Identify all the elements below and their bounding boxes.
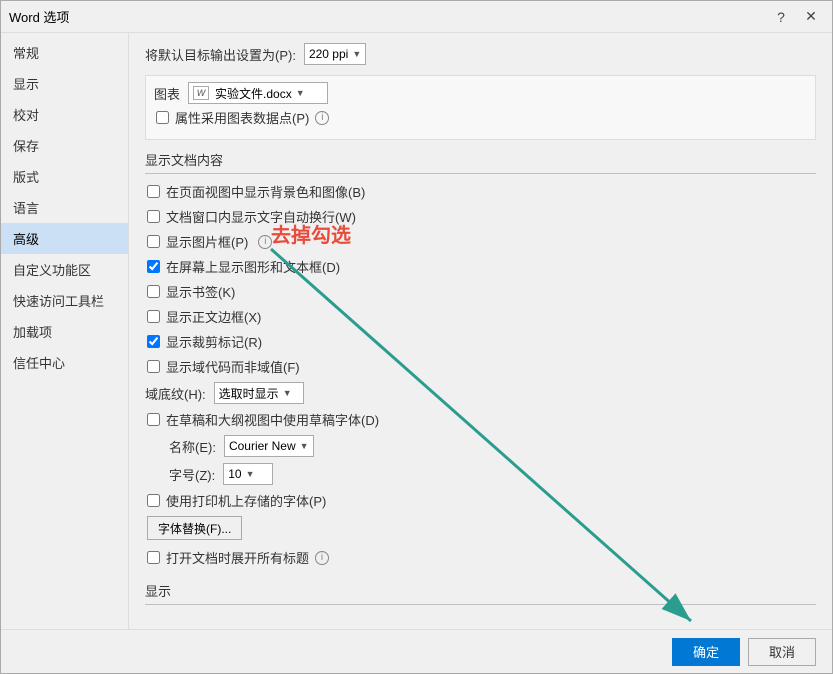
- ok-button[interactable]: 确定: [672, 638, 740, 666]
- sidebar-item-quick-access[interactable]: 快速访问工具栏: [1, 285, 128, 316]
- checkbox-row-7: 显示裁剪标记(R): [145, 332, 816, 351]
- checkbox-shapes-label[interactable]: 在屏幕上显示图形和文本框(D): [166, 257, 340, 276]
- font-size-arrow: ▼: [246, 469, 255, 479]
- font-name-label: 名称(E):: [169, 437, 216, 456]
- chart-checkbox-label[interactable]: 属性采用图表数据点(P): [175, 108, 309, 127]
- sidebar-item-layout[interactable]: 版式: [1, 161, 128, 192]
- checkbox-draft-label[interactable]: 在草稿和大纲视图中使用草稿字体(D): [166, 410, 379, 429]
- font-sub-row: 字体替换(F)...: [145, 516, 816, 540]
- ppi-row: 将默认目标输出设置为(P): 220 ppi ▼: [145, 43, 816, 65]
- checkbox-picture-frame-label[interactable]: 显示图片框(P): [166, 232, 248, 251]
- checkbox-draft-row: 在草稿和大纲视图中使用草稿字体(D): [145, 410, 816, 429]
- display-section2-header: 显示: [145, 581, 816, 605]
- sidebar-item-customize-ribbon[interactable]: 自定义功能区: [1, 254, 128, 285]
- chart-file-select[interactable]: W 实验文件.docx ▼: [188, 82, 328, 104]
- sidebar-item-general[interactable]: 常规: [1, 37, 128, 68]
- checkbox-printer-fonts[interactable]: [147, 494, 160, 507]
- checkbox-bg-image[interactable]: [147, 185, 160, 198]
- sidebar: 常规 显示 校对 保存 版式 语言 高级 自定义功能区 快速访问工具栏 加载项 …: [1, 33, 129, 629]
- checkbox-row-8: 显示域代码而非域值(F): [145, 357, 816, 376]
- close-button[interactable]: ✕: [798, 6, 824, 28]
- font-size-label: 字号(Z):: [169, 465, 215, 484]
- display-section-header: 显示文档内容: [145, 150, 816, 174]
- checkbox-crop-marks-label[interactable]: 显示裁剪标记(R): [166, 332, 262, 351]
- font-name-arrow: ▼: [300, 441, 309, 451]
- title-bar-left: Word 选项: [9, 7, 69, 26]
- checkbox-row-1: 在页面视图中显示背景色和图像(B): [145, 182, 816, 201]
- dialog-footer: 确定 取消: [1, 629, 832, 673]
- content-scroll[interactable]: 将默认目标输出设置为(P): 220 ppi ▼ 图表 W 实验文件.docx …: [129, 33, 832, 629]
- field-shading-select[interactable]: 选取时显示 ▼: [214, 382, 304, 404]
- checkbox-printer-label[interactable]: 使用打印机上存储的字体(P): [166, 491, 326, 510]
- sidebar-item-display[interactable]: 显示: [1, 68, 128, 99]
- checkbox-row-5: 显示书签(K): [145, 282, 816, 301]
- checkbox-draft-font[interactable]: [147, 413, 160, 426]
- checkbox-row-4: 在屏幕上显示图形和文本框(D): [145, 257, 816, 276]
- checkbox-bookmarks[interactable]: [147, 285, 160, 298]
- sidebar-item-trust-center[interactable]: 信任中心: [1, 347, 128, 378]
- font-size-row: 字号(Z): 10 ▼: [145, 463, 816, 485]
- ppi-select[interactable]: 220 ppi ▼: [304, 43, 366, 65]
- title-bar: Word 选项 ? ✕: [1, 1, 832, 33]
- checkbox-expand-label[interactable]: 打开文档时展开所有标题: [166, 548, 309, 567]
- ppi-label: 将默认目标输出设置为(P):: [145, 45, 296, 64]
- field-shading-arrow: ▼: [283, 388, 292, 398]
- chart-row: 图表 W 实验文件.docx ▼: [154, 82, 807, 104]
- checkbox-expand-headings[interactable]: [147, 551, 160, 564]
- sidebar-item-save[interactable]: 保存: [1, 130, 128, 161]
- cancel-button[interactable]: 取消: [748, 638, 816, 666]
- chart-info-icon[interactable]: i: [315, 111, 329, 125]
- field-shading-row: 域底纹(H): 选取时显示 ▼: [145, 382, 816, 404]
- dialog-title: Word 选项: [9, 7, 69, 26]
- expand-info-icon[interactable]: i: [315, 551, 329, 565]
- checkbox-row-2: 文档窗口内显示文字自动换行(W): [145, 207, 816, 226]
- checkbox-row-6: 显示正文边框(X): [145, 307, 816, 326]
- main-content: 将默认目标输出设置为(P): 220 ppi ▼ 图表 W 实验文件.docx …: [129, 33, 832, 629]
- checkbox-picture-frame[interactable]: [147, 235, 160, 248]
- font-name-row: 名称(E): Courier New ▼: [145, 435, 816, 457]
- sidebar-item-proofing[interactable]: 校对: [1, 99, 128, 130]
- checkbox-crop-marks[interactable]: [147, 335, 160, 348]
- title-bar-right: ? ✕: [768, 6, 824, 28]
- checkbox-text-border-label[interactable]: 显示正文边框(X): [166, 307, 261, 326]
- checkbox-text-wrap-label[interactable]: 文档窗口内显示文字自动换行(W): [166, 207, 356, 226]
- file-icon: W: [193, 86, 209, 100]
- font-size-select[interactable]: 10 ▼: [223, 463, 273, 485]
- help-button[interactable]: ?: [768, 6, 794, 28]
- word-options-dialog: Word 选项 ? ✕ 常规 显示 校对 保存 版式 语言 高级 自定义功能区 …: [0, 0, 833, 674]
- chart-section: 图表 W 实验文件.docx ▼ 属性采用图表数据点(P) i: [145, 75, 816, 140]
- picture-frame-info-icon[interactable]: i: [258, 235, 272, 249]
- checkbox-printer-row: 使用打印机上存储的字体(P): [145, 491, 816, 510]
- font-sub-button[interactable]: 字体替换(F)...: [147, 516, 242, 540]
- field-shading-label: 域底纹(H):: [145, 384, 206, 403]
- chart-label: 图表: [154, 84, 180, 103]
- checkbox-bookmarks-label[interactable]: 显示书签(K): [166, 282, 235, 301]
- checkbox-shapes[interactable]: [147, 260, 160, 273]
- checkbox-text-wrap[interactable]: [147, 210, 160, 223]
- checkbox-bg-image-label[interactable]: 在页面视图中显示背景色和图像(B): [166, 182, 365, 201]
- sidebar-item-addins[interactable]: 加载项: [1, 316, 128, 347]
- sidebar-item-advanced[interactable]: 高级: [1, 223, 128, 254]
- checkbox-row-3: 显示图片框(P) i: [145, 232, 816, 251]
- dialog-body: 常规 显示 校对 保存 版式 语言 高级 自定义功能区 快速访问工具栏 加载项 …: [1, 33, 832, 629]
- font-name-select[interactable]: Courier New ▼: [224, 435, 314, 457]
- checkbox-text-border[interactable]: [147, 310, 160, 323]
- checkbox-field-codes[interactable]: [147, 360, 160, 373]
- ppi-select-arrow: ▼: [352, 49, 361, 59]
- chart-file-arrow: ▼: [296, 88, 305, 98]
- chart-checkbox-row: 属性采用图表数据点(P) i: [154, 108, 807, 127]
- sidebar-item-language[interactable]: 语言: [1, 192, 128, 223]
- checkbox-field-codes-label[interactable]: 显示域代码而非域值(F): [166, 357, 300, 376]
- chart-data-checkbox[interactable]: [156, 111, 169, 124]
- checkbox-expand-row: 打开文档时展开所有标题 i: [145, 548, 816, 567]
